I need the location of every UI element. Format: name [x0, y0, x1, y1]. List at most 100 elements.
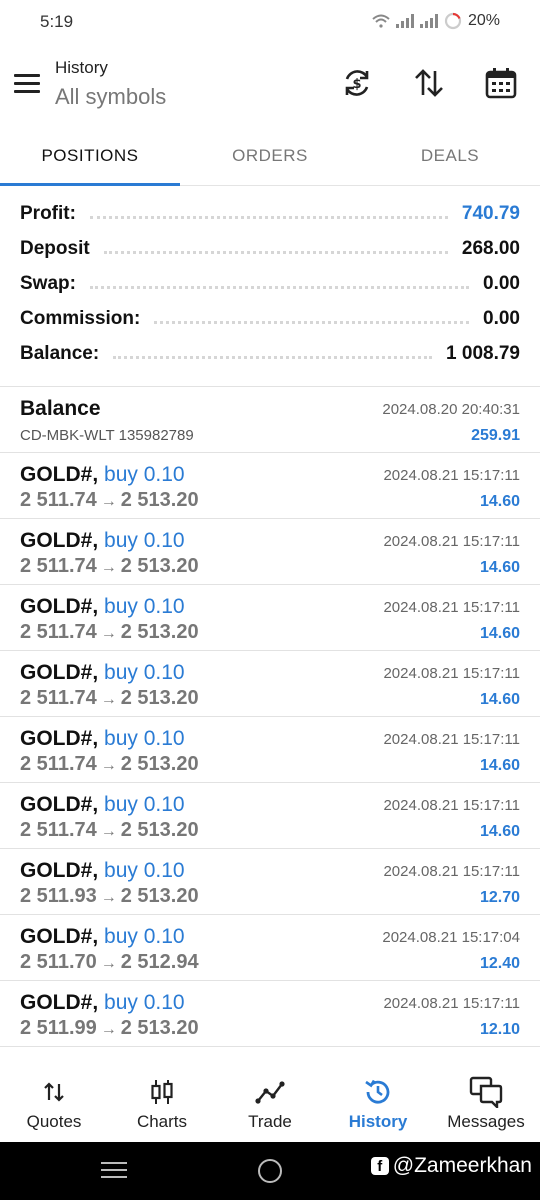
position-row[interactable]: GOLD#, buy 0.10 2 511.70 → 2 512.94 2024.08.… [0, 915, 540, 981]
position-prices: 2 511.74 → 2 513.20 [20, 555, 199, 578]
position-symbol: GOLD#, [20, 859, 99, 882]
bottom-navigation: Quotes Charts Trade History Messages [0, 1060, 540, 1142]
position-date: 2024.08.21 15:17:11 [383, 467, 520, 484]
position-row[interactable]: GOLD#, buy 0.10 2 511.74 → 2 513.20 2024.08.… [0, 717, 540, 783]
position-symbol-line: GOLD#, buy 0.10 [20, 991, 185, 1015]
position-date: 2024.08.21 15:17:11 [383, 599, 520, 616]
position-profit: 12.10 [479, 1021, 520, 1038]
position-symbol: GOLD#, [20, 727, 99, 750]
arrow-right-icon: → [100, 1021, 117, 1038]
position-side: buy 0.10 [104, 661, 185, 684]
summary-row-commission: Commission: 0.00 [0, 301, 540, 336]
position-date: 2024.08.21 15:17:11 [383, 863, 520, 880]
battery-icon [444, 12, 462, 30]
history-icon [363, 1076, 393, 1108]
position-row[interactable]: GOLD#, buy 0.10 2 511.74 → 2 513.20 2024.08.… [0, 651, 540, 717]
commission-label: Commission: [20, 307, 141, 329]
position-close-price: 2 513.20 [120, 489, 199, 511]
position-prices: 2 511.74 → 2 513.20 [20, 753, 199, 776]
position-row[interactable]: GOLD#, buy 0.10 2 511.74 → 2 513.20 2024.08.… [0, 519, 540, 585]
swap-label: Swap: [20, 272, 76, 294]
dotted-leader [154, 314, 470, 324]
messages-icon [469, 1076, 503, 1108]
position-date: 2024.08.21 15:17:11 [383, 731, 520, 748]
sort-icon[interactable] [410, 64, 448, 102]
account-summary: Profit: 740.79 Deposit 268.00 Swap: 0.00… [0, 196, 540, 371]
position-symbol: GOLD#, [20, 793, 99, 816]
position-symbol-line: GOLD#, buy 0.10 [20, 859, 185, 883]
position-symbol-line: GOLD#, buy 0.10 [20, 661, 185, 685]
position-close-price: 2 513.20 [120, 621, 199, 643]
home-icon[interactable] [258, 1159, 282, 1183]
dotted-leader [113, 349, 433, 359]
nav-trade[interactable]: Trade [216, 1060, 324, 1142]
position-prices: 2 511.99 → 2 513.20 [20, 1017, 199, 1040]
position-row[interactable]: GOLD#, buy 0.10 2 511.74 → 2 513.20 2024.08.… [0, 585, 540, 651]
summary-row-profit: Profit: 740.79 [0, 196, 540, 231]
recent-apps-icon[interactable] [101, 1162, 127, 1180]
position-prices: 2 511.74 → 2 513.20 [20, 621, 199, 644]
nav-trade-label: Trade [248, 1112, 292, 1131]
deposit-label: Deposit [20, 237, 90, 259]
position-prices: 2 511.74 → 2 513.20 [20, 489, 199, 512]
position-symbol-line: GOLD#, buy 0.10 [20, 727, 185, 751]
position-profit: 14.60 [479, 493, 520, 510]
symbol-filter[interactable]: All symbols [55, 84, 166, 110]
position-close-price: 2 512.94 [120, 951, 199, 973]
arrow-right-icon: → [100, 955, 117, 972]
signal-icon [395, 14, 414, 28]
position-open-price: 2 511.93 [20, 885, 97, 907]
balance-entry[interactable]: Balance CD-MBK-WLT 135982789 2024.08.20 … [0, 387, 540, 453]
watermark-text: @Zameerkhan [392, 1154, 532, 1177]
position-row[interactable]: GOLD#, buy 0.10 2 511.99 → 2 513.20 2024.08.… [0, 981, 540, 1047]
position-side: buy 0.10 [104, 793, 185, 816]
watermark: f @Zameerkhan [370, 1154, 532, 1178]
tab-deals[interactable]: DEALS [360, 124, 540, 185]
position-open-price: 2 511.70 [20, 951, 97, 973]
position-symbol: GOLD#, [20, 925, 99, 948]
summary-row-deposit: Deposit 268.00 [0, 231, 540, 266]
hamburger-menu-icon[interactable] [14, 74, 40, 94]
position-prices: 2 511.74 → 2 513.20 [20, 687, 199, 710]
nav-quotes-label: Quotes [26, 1112, 82, 1131]
dotted-leader [103, 244, 448, 254]
nav-messages[interactable]: Messages [432, 1060, 540, 1142]
nav-charts[interactable]: Charts [108, 1060, 216, 1142]
position-side: buy 0.10 [104, 595, 185, 618]
balance-entry-title: Balance [20, 397, 101, 420]
arrow-right-icon: → [100, 823, 117, 840]
position-row[interactable]: GOLD#, buy 0.10 2 511.93 → 2 513.20 2024.08.… [0, 849, 540, 915]
currency-exchange-icon[interactable]: $ [338, 64, 376, 102]
position-row[interactable]: GOLD#, buy 0.10 2 511.74 → 2 513.20 2024.08.… [0, 453, 540, 519]
position-close-price: 2 513.20 [120, 753, 199, 775]
calendar-icon[interactable] [482, 64, 520, 102]
position-open-price: 2 511.99 [20, 1017, 97, 1039]
position-symbol: GOLD#, [20, 661, 99, 684]
position-close-price: 2 513.20 [120, 819, 199, 841]
position-close-price: 2 513.20 [120, 1017, 199, 1039]
position-symbol: GOLD#, [20, 595, 99, 618]
position-symbol-line: GOLD#, buy 0.10 [20, 529, 185, 553]
positions-list: Balance CD-MBK-WLT 135982789 2024.08.20 … [0, 386, 540, 1047]
quotes-icon [42, 1076, 66, 1108]
position-profit: 14.60 [479, 757, 520, 774]
position-date: 2024.08.21 15:17:11 [383, 533, 520, 550]
nav-history[interactable]: History [324, 1060, 432, 1142]
summary-row-balance: Balance: 1 008.79 [0, 336, 540, 371]
position-close-price: 2 513.20 [120, 555, 199, 577]
position-symbol-line: GOLD#, buy 0.10 [20, 793, 185, 817]
nav-quotes[interactable]: Quotes [0, 1060, 108, 1142]
tab-positions[interactable]: POSITIONS [0, 124, 180, 186]
position-side: buy 0.10 [104, 859, 185, 882]
profit-value: 740.79 [461, 202, 520, 224]
position-profit: 14.60 [479, 625, 520, 642]
dotted-leader [89, 209, 448, 219]
svg-text:$: $ [352, 77, 361, 92]
tab-orders[interactable]: ORDERS [180, 124, 360, 185]
arrow-right-icon: → [100, 691, 117, 708]
position-row[interactable]: GOLD#, buy 0.10 2 511.74 → 2 513.20 2024.08.… [0, 783, 540, 849]
wifi-icon [372, 14, 390, 28]
position-close-price: 2 513.20 [120, 885, 199, 907]
position-date: 2024.08.21 15:17:11 [383, 995, 520, 1012]
dotted-leader [89, 279, 470, 289]
